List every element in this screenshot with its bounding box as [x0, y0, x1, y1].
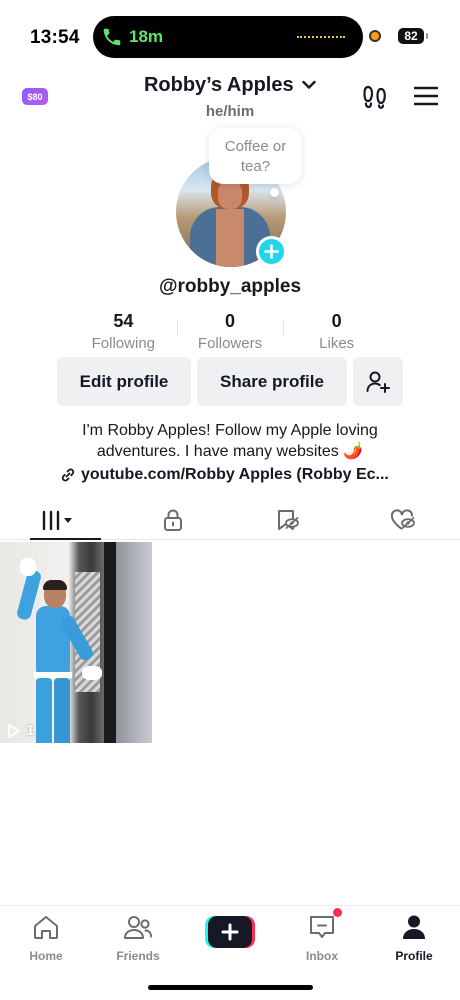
content-tabs	[0, 500, 460, 540]
bio: I'm Robby Apples! Follow my Apple loving…	[82, 422, 378, 460]
account-switcher[interactable]: Robby’s Apples	[0, 74, 460, 97]
status-bar: 13:54 18m 82	[0, 0, 460, 70]
video-thumbnail[interactable]	[0, 542, 152, 743]
stat-followers-count: 0	[225, 311, 236, 331]
call-indicator[interactable]: 18m	[101, 24, 163, 50]
avatar-figure-chest	[216, 209, 244, 267]
inbox-icon	[310, 916, 334, 938]
thumb-door-frame	[104, 542, 116, 743]
chevron-down-icon	[302, 80, 316, 89]
bookmark-hidden-icon	[277, 509, 299, 530]
avatar-figure-face	[218, 181, 242, 209]
nav-friends[interactable]: Friends	[93, 914, 183, 963]
profile-name: Robby’s Apples	[143, 74, 294, 96]
bio-link-text: youtube.com/Robby Apples (Robby Ec...	[81, 466, 389, 483]
tab-liked[interactable]	[345, 500, 460, 539]
thumb-person	[15, 558, 102, 743]
nav-inbox[interactable]: Inbox	[277, 914, 367, 963]
home-indicator[interactable]	[148, 985, 313, 990]
nav-profile-label: Profile	[395, 949, 433, 963]
add-friend-button[interactable]	[353, 357, 403, 406]
note-bubble-tail	[270, 188, 279, 197]
tab-favorites[interactable]	[230, 500, 345, 539]
battery-indicator: 82	[398, 28, 428, 44]
stat-likes-label: Likes	[319, 335, 355, 352]
edit-profile-button[interactable]: Edit profile	[57, 357, 191, 406]
nav-inbox-label: Inbox	[306, 949, 338, 963]
video-view-count: 1	[7, 722, 34, 739]
video-view-count-text: 1	[26, 722, 35, 739]
note-bubble[interactable]: Coffee or tea?	[209, 128, 302, 184]
bio-link[interactable]: youtube.com/Robby Apples (Robby Ec...	[60, 465, 420, 485]
profile-icon	[403, 915, 425, 939]
nav-home[interactable]: Home	[1, 914, 91, 963]
stat-likes[interactable]: 0 Likes	[283, 309, 390, 355]
heart-hidden-icon	[390, 508, 415, 530]
menu-icon[interactable]	[414, 86, 438, 106]
dynamic-island[interactable]: 18m	[93, 16, 363, 58]
grid-bars-icon	[42, 510, 72, 530]
tab-private[interactable]	[115, 500, 230, 539]
stat-followers[interactable]: 0 Followers	[176, 309, 284, 355]
username: @robby_apples	[158, 276, 302, 297]
nav-profile[interactable]: Profile	[369, 914, 459, 963]
add-user-icon	[366, 371, 390, 393]
clock: 13:54	[30, 27, 80, 48]
stat-likes-count: 0	[331, 311, 342, 331]
stat-following[interactable]: 54 Following	[70, 309, 177, 355]
profile-views-footprint-icon[interactable]	[362, 84, 388, 110]
tab-videos[interactable]	[0, 500, 115, 540]
lock-icon	[163, 509, 182, 531]
stat-following-label: Following	[91, 335, 156, 352]
stat-followers-label: Followers	[197, 335, 263, 352]
link-icon	[61, 468, 75, 482]
call-duration: 18m	[129, 27, 164, 46]
pronouns: he/him	[205, 103, 255, 120]
home-icon	[34, 916, 58, 939]
share-profile-button[interactable]: Share profile	[197, 357, 347, 406]
nav-friends-label: Friends	[116, 949, 160, 963]
stat-following-count: 54	[113, 311, 134, 331]
audio-wave	[297, 36, 345, 38]
plus-icon	[221, 923, 239, 941]
create-button[interactable]	[205, 916, 255, 948]
add-avatar-button[interactable]	[256, 236, 287, 267]
nav-home-label: Home	[29, 949, 63, 963]
play-outline-icon	[8, 723, 20, 738]
friends-icon	[124, 916, 152, 939]
plus-icon	[264, 244, 279, 259]
phone-icon	[103, 28, 121, 46]
privacy-indicator-dot	[369, 30, 381, 42]
profile-stats: 54 Following 0 Followers 0 Likes	[70, 309, 390, 355]
